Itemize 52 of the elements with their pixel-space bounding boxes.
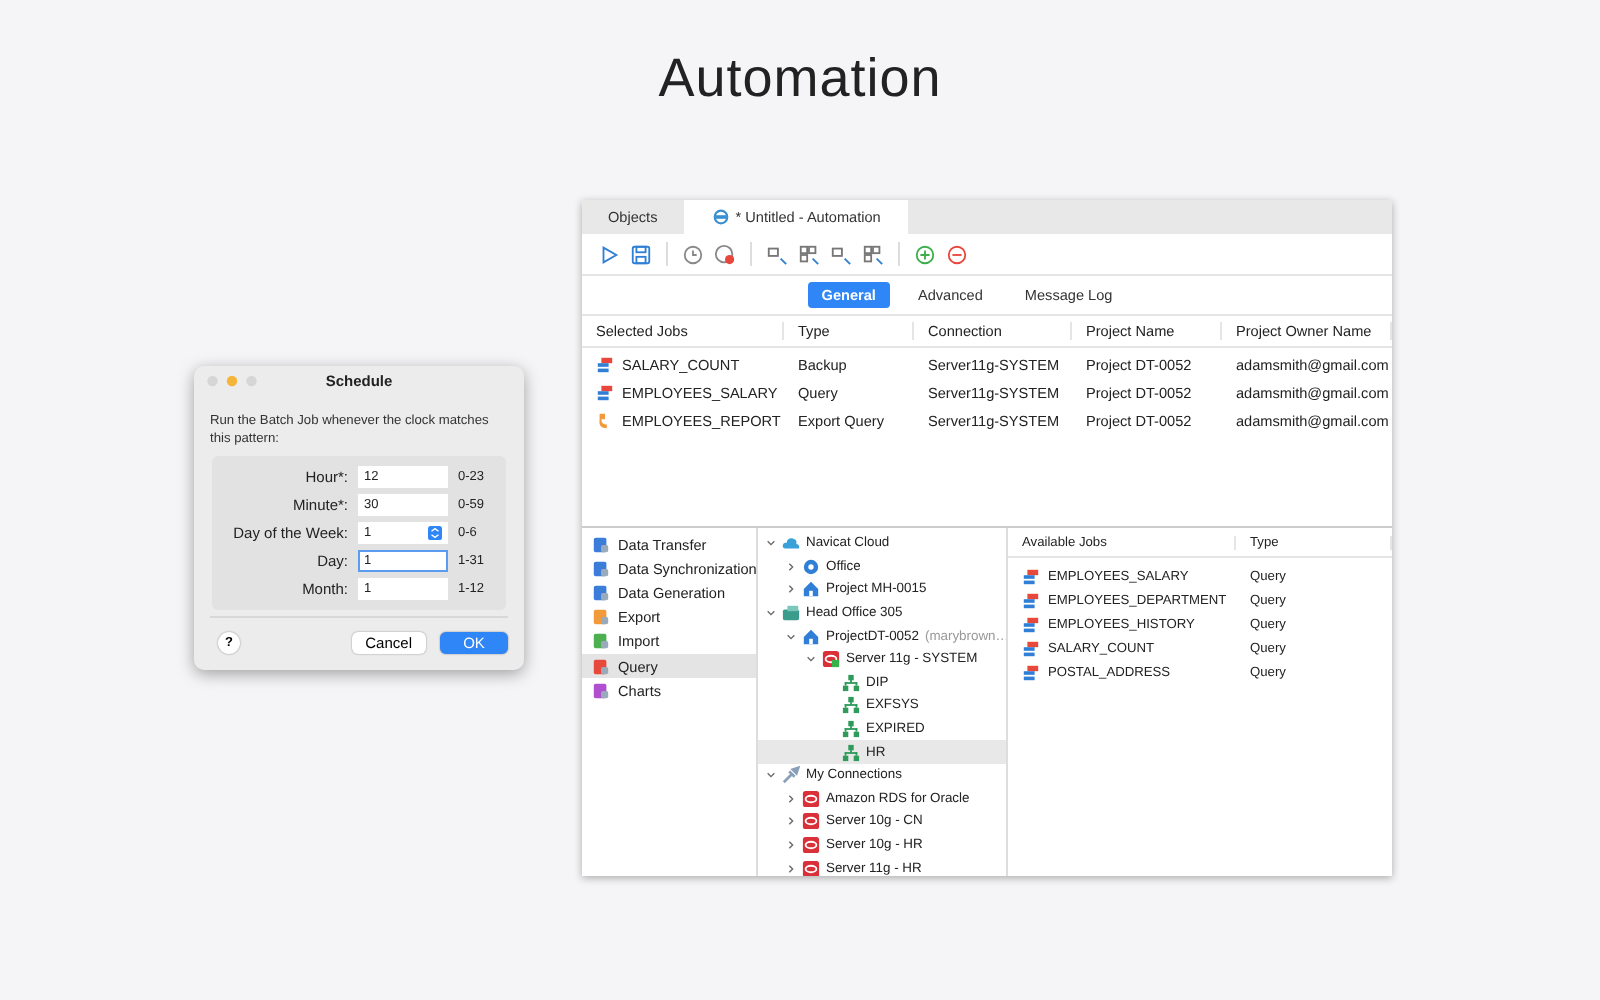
deselect-icon[interactable]	[830, 243, 852, 265]
query-job-icon	[596, 383, 614, 401]
cloud-icon	[782, 534, 800, 553]
chevron-icon[interactable]	[786, 793, 796, 804]
project-icon	[802, 580, 820, 599]
schema-icon	[842, 743, 860, 762]
job-type-icon	[592, 583, 610, 602]
query-job-icon	[1022, 640, 1040, 659]
chevron-icon[interactable]	[786, 863, 796, 874]
query-job-icon	[1022, 591, 1040, 610]
chevron-icon[interactable]	[786, 561, 796, 572]
schema-icon	[842, 720, 860, 739]
query-job-icon	[1022, 615, 1040, 634]
remove-icon[interactable]	[946, 243, 968, 265]
project-icon	[802, 627, 820, 646]
run-icon[interactable]	[598, 243, 620, 265]
database-icon	[802, 789, 820, 808]
select-all-icon[interactable]	[798, 243, 820, 265]
query-job-icon	[596, 355, 614, 373]
dropdown-icon	[428, 525, 442, 540]
plug-icon	[782, 766, 800, 785]
schema-icon	[842, 696, 860, 715]
deselect-all-icon[interactable]	[862, 243, 884, 265]
job-type-icon	[592, 657, 610, 676]
database-icon	[802, 836, 820, 855]
robot-icon	[711, 208, 730, 226]
chevron-icon[interactable]	[766, 770, 776, 781]
add-icon[interactable]	[914, 243, 936, 265]
chevron-icon[interactable]	[786, 584, 796, 595]
database-icon	[802, 812, 820, 831]
job-type-icon	[592, 681, 610, 700]
save-icon[interactable]	[630, 243, 652, 265]
gear-icon	[802, 557, 820, 576]
select-icon[interactable]	[766, 243, 788, 265]
chevron-icon[interactable]	[786, 631, 796, 642]
chevron-icon[interactable]	[806, 654, 816, 665]
clock-remove-icon[interactable]	[714, 243, 736, 265]
schema-icon	[842, 673, 860, 692]
job-type-icon	[592, 535, 610, 554]
database-icon	[822, 650, 840, 669]
chevron-icon[interactable]	[786, 840, 796, 851]
chevron-icon[interactable]	[766, 608, 776, 619]
query-job-icon	[1022, 664, 1040, 683]
chevron-icon[interactable]	[766, 538, 776, 549]
query-job-icon	[1022, 567, 1040, 586]
job-type-icon	[592, 608, 610, 627]
job-type-icon	[592, 559, 610, 578]
page-heading: Automation	[658, 46, 942, 112]
job-type-icon	[592, 632, 610, 651]
chevron-icon[interactable]	[786, 816, 796, 827]
clock-icon[interactable]	[682, 243, 704, 265]
server-group-icon	[782, 604, 800, 623]
